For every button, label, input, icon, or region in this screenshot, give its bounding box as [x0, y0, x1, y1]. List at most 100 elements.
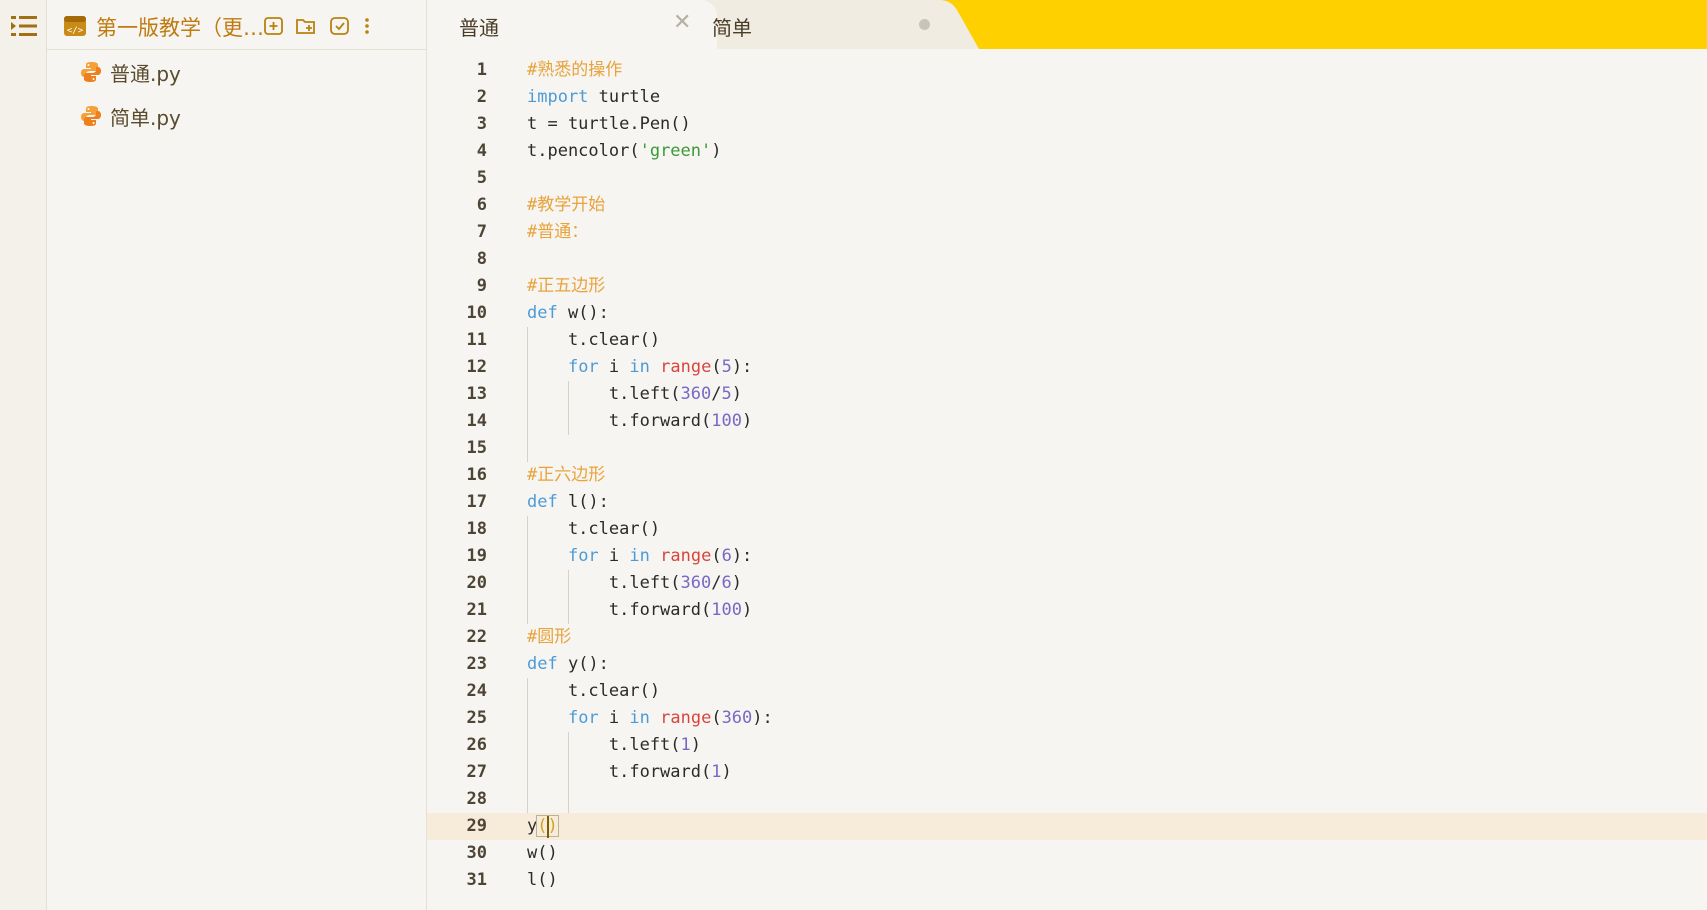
code-line[interactable]: 28	[427, 786, 1707, 813]
explorer-header: </> 第一版教学（更…	[47, 0, 426, 50]
code-text: t.forward(100)	[527, 597, 752, 624]
code-token: /	[711, 573, 722, 593]
code-token: t.left(	[527, 384, 681, 404]
activity-bar	[0, 0, 47, 910]
close-icon[interactable]: ✕	[673, 10, 691, 35]
code-line[interactable]: 15	[427, 435, 1707, 462]
code-line[interactable]: 31 l()	[427, 867, 1707, 894]
indent-guide	[567, 732, 569, 813]
code-token: in	[629, 357, 650, 377]
code-text: #熟悉的操作	[527, 57, 622, 84]
file-explorer: </> 第一版教学（更… 普通.py 简单.py	[47, 0, 427, 910]
line-number: 30	[466, 843, 487, 863]
new-folder-icon[interactable]	[295, 16, 317, 36]
file-name: 简单.py	[110, 105, 181, 130]
code-line[interactable]: 12 for i in range(5):	[427, 354, 1707, 381]
code-token: #圆形	[527, 627, 572, 647]
code-token: in	[629, 708, 650, 728]
code-line[interactable]: 24 t.clear()	[427, 678, 1707, 705]
line-number: 16	[466, 465, 487, 485]
code-text: #正六边形	[527, 462, 605, 489]
code-text: #普通：	[527, 219, 588, 246]
code-text: t.left(1)	[527, 732, 701, 759]
code-line[interactable]: 9 #正五边形	[427, 273, 1707, 300]
code-line[interactable]: 22 #圆形	[427, 624, 1707, 651]
indent-guide	[567, 381, 569, 435]
code-line[interactable]: 1 #熟悉的操作	[427, 57, 1707, 84]
line-number: 1	[476, 60, 487, 80]
code-line[interactable]: 27 t.forward(1)	[427, 759, 1707, 786]
code-token: (	[711, 546, 722, 566]
code-text: t = turtle.Pen()	[527, 111, 691, 138]
code-text: l()	[527, 867, 558, 894]
code-token: 360	[721, 708, 753, 728]
tab-jiandan[interactable]: 简单	[702, 0, 972, 49]
line-number: 28	[466, 789, 487, 809]
code-text: import turtle	[527, 84, 660, 111]
code-token: 5	[721, 357, 732, 377]
code-line[interactable]: 21 t.forward(100)	[427, 597, 1707, 624]
new-file-icon[interactable]	[263, 16, 285, 36]
code-token: 100	[711, 411, 742, 431]
code-line[interactable]: 5	[427, 165, 1707, 192]
code-line[interactable]: 2 import turtle	[427, 84, 1707, 111]
code-text: for i in range(360):	[527, 705, 773, 732]
code-line[interactable]: 25 for i in range(360):	[427, 705, 1707, 732]
code-line[interactable]: 6 #教学开始	[427, 192, 1707, 219]
indent-guide	[527, 516, 528, 624]
code-token: for	[567, 708, 599, 728]
code-line[interactable]: 30 w()	[427, 840, 1707, 867]
code-line[interactable]: 10 def w():	[427, 300, 1707, 327]
code-text: t.clear()	[527, 678, 660, 705]
python-icon	[81, 106, 101, 126]
line-number: 2	[476, 87, 487, 107]
code-line[interactable]: 13 t.left(360/5)	[427, 381, 1707, 408]
code-token: #正六边形	[527, 465, 606, 485]
code-token: 'green'	[639, 141, 712, 161]
code-token: #普通：	[527, 222, 589, 242]
line-number: 21	[466, 600, 487, 620]
line-number: 8	[476, 249, 487, 269]
code-line[interactable]: 18 t.clear()	[427, 516, 1707, 543]
code-line[interactable]: 19 for i in range(6):	[427, 543, 1707, 570]
code-text: #正五边形	[527, 273, 605, 300]
code-line[interactable]: 20 t.left(360/6)	[427, 570, 1707, 597]
file-item-putong[interactable]: 普通.py	[80, 57, 181, 87]
code-text: t.clear()	[527, 327, 660, 354]
file-item-jiandan[interactable]: 简单.py	[80, 101, 181, 131]
project-title[interactable]: 第一版教学（更…	[96, 12, 264, 42]
code-line[interactable]: 4 t.pencolor('green')	[427, 138, 1707, 165]
code-line[interactable]: 16 #正六边形	[427, 462, 1707, 489]
line-number: 12	[466, 357, 487, 377]
tab-putong[interactable]: 普通 ✕	[427, 0, 717, 49]
code-editor[interactable]: 1 #熟悉的操作 2 import turtle 3 t = turtle.Pen() 4 t…	[427, 49, 1707, 910]
line-number: 29	[466, 816, 487, 836]
code-line[interactable]: 3 t = turtle.Pen()	[427, 111, 1707, 138]
more-vertical-icon[interactable]	[361, 16, 373, 36]
code-token: (	[711, 708, 722, 728]
code-token: 6	[721, 546, 732, 566]
code-line[interactable]: 17 def l():	[427, 489, 1707, 516]
menu-icon[interactable]	[11, 15, 37, 37]
line-number: 23	[466, 654, 487, 674]
code-line[interactable]: 8	[427, 246, 1707, 273]
line-number: 4	[476, 141, 487, 161]
code-line[interactable]: 26 t.left(1)	[427, 732, 1707, 759]
line-number: 20	[466, 573, 487, 593]
code-line[interactable]: 11 t.clear()	[427, 327, 1707, 354]
code-token: 1	[680, 735, 691, 755]
code-token: l()	[527, 870, 558, 890]
code-token: t = turtle.Pen()	[527, 114, 691, 134]
code-token: w():	[557, 303, 609, 323]
code-line[interactable]: 7 #普通：	[427, 219, 1707, 246]
code-line[interactable]: 23 def y():	[427, 651, 1707, 678]
code-line[interactable]: 14 t.forward(100)	[427, 408, 1707, 435]
code-token: ):	[752, 708, 773, 728]
code-token: i	[598, 708, 630, 728]
line-number: 5	[476, 168, 487, 188]
refresh-icon[interactable]	[329, 16, 351, 36]
code-line[interactable]: 29 y()	[427, 813, 1707, 840]
